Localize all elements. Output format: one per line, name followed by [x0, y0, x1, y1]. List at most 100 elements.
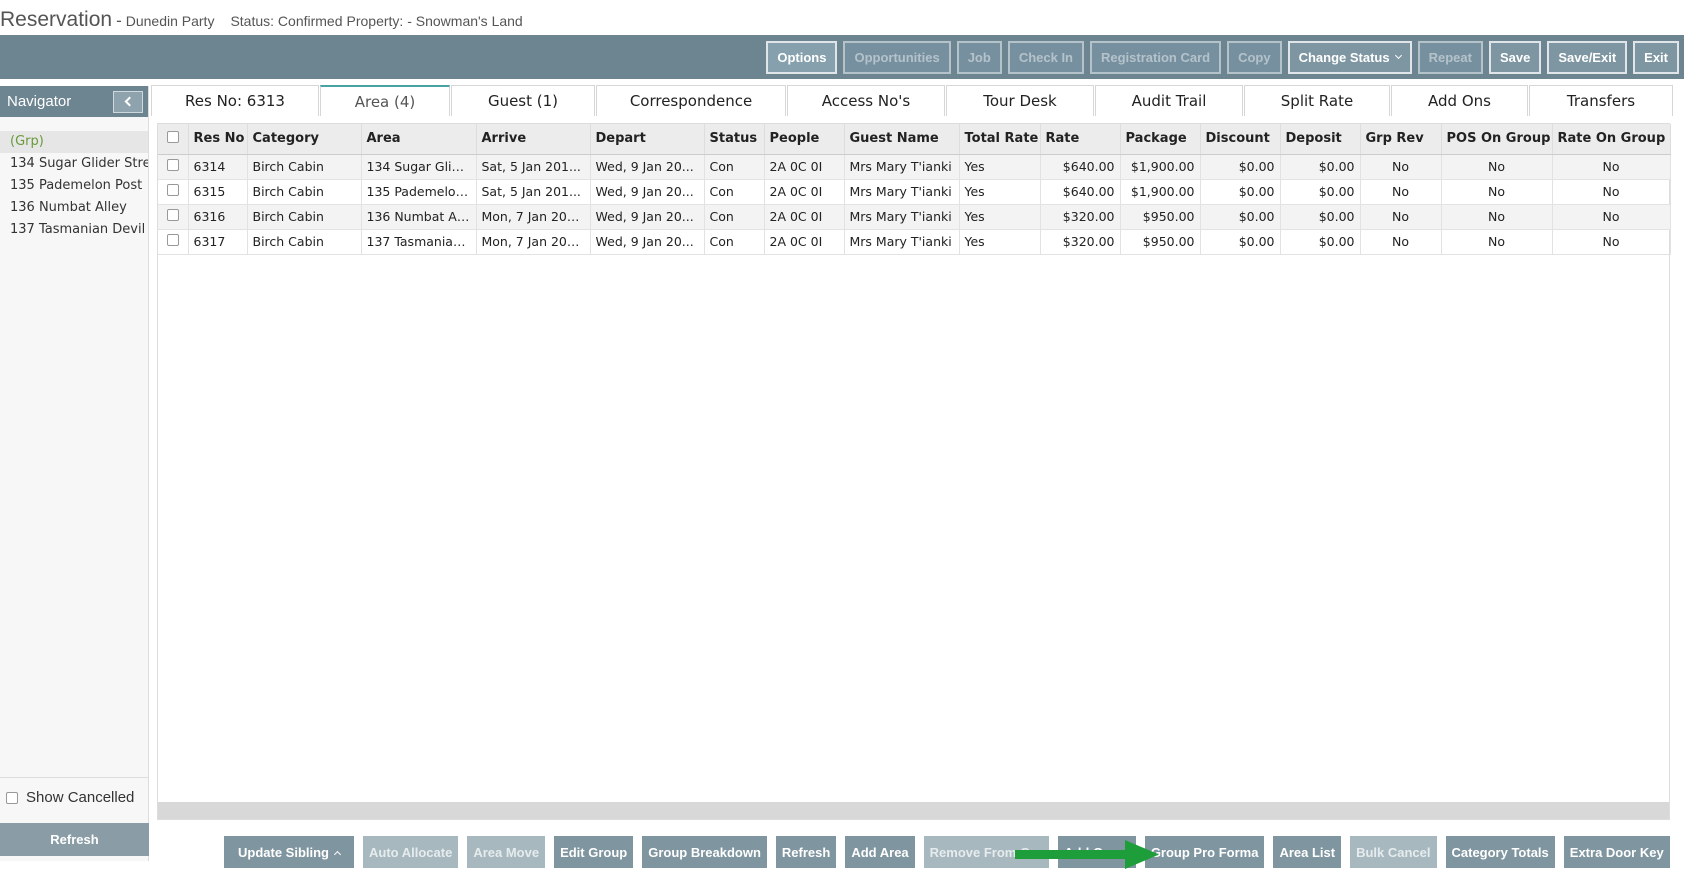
- bottom-toolbar: Update Sibling Auto Allocate Area Move E…: [224, 836, 1670, 869]
- cell-category: Birch Cabin: [247, 179, 362, 205]
- change-status-button[interactable]: Change Status: [1287, 40, 1412, 74]
- cell-res-no: 6316: [188, 204, 248, 230]
- column-header[interactable]: Res No: [188, 124, 248, 155]
- show-cancelled-label: Show Cancelled: [26, 789, 135, 806]
- cell-guest-name: Mrs Mary T'ianki: [844, 204, 960, 230]
- show-cancelled-checkbox[interactable]: [6, 791, 18, 804]
- save-button[interactable]: Save: [1488, 40, 1542, 74]
- cell-people: 2A 0C 0I: [764, 229, 845, 255]
- navigator-refresh-button[interactable]: Refresh: [0, 823, 149, 856]
- update-sibling-button[interactable]: Update Sibling: [224, 836, 354, 868]
- cell-status: Con: [704, 204, 765, 230]
- tab-access-nos[interactable]: Access No's: [787, 85, 945, 116]
- navigator-divider: [0, 777, 149, 778]
- area-grid: Res No Category Area Arrive Depart Statu…: [157, 123, 1671, 820]
- cell-package: $950.00: [1120, 204, 1201, 230]
- navigator-item-137[interactable]: 137 Tasmanian Devil: [0, 219, 148, 241]
- navigator-header: Navigator: [0, 86, 148, 117]
- navigator-panel: Navigator (Grp) 134 Sugar Glider Street …: [0, 86, 149, 861]
- copy-button[interactable]: Copy: [1227, 40, 1282, 74]
- tab-audit-trail[interactable]: Audit Trail: [1095, 85, 1243, 116]
- table-row[interactable]: 6315 Birch Cabin 135 Pademelon ... Sat, …: [158, 179, 1671, 205]
- column-header[interactable]: Grp Rev: [1360, 124, 1442, 155]
- cell-deposit: $0.00: [1280, 179, 1361, 205]
- table-row[interactable]: 6317 Birch Cabin 137 Tasmanian ... Mon, …: [158, 229, 1671, 255]
- cell-total-rate: Yes: [959, 179, 1041, 205]
- column-header[interactable]: Area: [361, 124, 477, 155]
- group-breakdown-button[interactable]: Group Breakdown: [642, 836, 767, 868]
- tab-res-no[interactable]: Res No: 6313: [151, 85, 319, 116]
- cell-depart: Wed, 9 Jan 20...: [590, 204, 705, 230]
- job-button[interactable]: Job: [956, 40, 1002, 74]
- column-header[interactable]: Arrive: [476, 124, 591, 155]
- category-totals-button[interactable]: Category Totals: [1445, 836, 1555, 868]
- exit-button[interactable]: Exit: [1633, 40, 1679, 74]
- refresh-button[interactable]: Refresh: [775, 836, 837, 868]
- tab-add-ons[interactable]: Add Ons: [1391, 85, 1528, 116]
- column-header[interactable]: POS On Group: [1441, 124, 1553, 155]
- cell-area: 136 Numbat Alley: [361, 204, 477, 230]
- cell-guest-name: Mrs Mary T'ianki: [844, 229, 960, 255]
- save-exit-button[interactable]: Save/Exit: [1547, 40, 1628, 74]
- row-checkbox[interactable]: [166, 209, 179, 221]
- cell-people: 2A 0C 0I: [764, 179, 845, 205]
- tab-tour-desk[interactable]: Tour Desk: [946, 85, 1094, 116]
- horizontal-scrollbar[interactable]: [158, 802, 1669, 819]
- cell-pos-on-group: No: [1441, 154, 1553, 180]
- bulk-cancel-button[interactable]: Bulk Cancel: [1350, 836, 1437, 868]
- column-header[interactable]: People: [764, 124, 845, 155]
- column-header[interactable]: Total Rate: [959, 124, 1041, 155]
- navigator-item-136[interactable]: 136 Numbat Alley: [0, 197, 148, 219]
- cell-pos-on-group: No: [1441, 229, 1553, 255]
- area-move-button[interactable]: Area Move: [467, 836, 546, 868]
- area-list-button[interactable]: Area List: [1273, 836, 1342, 868]
- collapse-navigator-button[interactable]: [113, 90, 143, 113]
- tab-split-rate[interactable]: Split Rate: [1244, 85, 1390, 116]
- tab-correspondence[interactable]: Correspondence: [596, 85, 786, 116]
- select-all-checkbox[interactable]: [166, 130, 179, 143]
- tab-area[interactable]: Area (4): [320, 85, 450, 116]
- cell-area: 134 Sugar Glide...: [361, 154, 477, 180]
- reservation-status: Status: Confirmed: [230, 13, 343, 29]
- add-area-button[interactable]: Add Area: [845, 836, 915, 868]
- table-header-row: Res No Category Area Arrive Depart Statu…: [158, 124, 1671, 155]
- repeat-button[interactable]: Repeat: [1417, 40, 1483, 74]
- table-row[interactable]: 6314 Birch Cabin 134 Sugar Glide... Sat,…: [158, 154, 1671, 180]
- check-in-button[interactable]: Check In: [1007, 40, 1084, 74]
- cell-arrive: Mon, 7 Jan 201...: [476, 204, 591, 230]
- cell-discount: $0.00: [1200, 229, 1281, 255]
- row-checkbox[interactable]: [166, 159, 179, 171]
- arrow-head: [1125, 840, 1159, 869]
- cell-status: Con: [704, 229, 765, 255]
- chevron-up-icon: [333, 850, 342, 858]
- row-checkbox[interactable]: [166, 234, 179, 246]
- options-button[interactable]: Options: [766, 40, 838, 74]
- show-cancelled-toggle[interactable]: Show Cancelled: [6, 789, 134, 806]
- column-header[interactable]: Rate On Group: [1552, 124, 1671, 155]
- tab-transfers[interactable]: Transfers: [1529, 85, 1673, 116]
- cell-arrive: Sat, 5 Jan 201...: [476, 154, 591, 180]
- navigator-item-135[interactable]: 135 Pademelon Post: [0, 175, 148, 197]
- navigator-item-134[interactable]: 134 Sugar Glider Street: [0, 153, 148, 175]
- row-select-cell: [158, 179, 189, 205]
- column-header[interactable]: Guest Name: [844, 124, 960, 155]
- opportunities-button[interactable]: Opportunities: [843, 40, 951, 74]
- cell-rate: $640.00: [1040, 179, 1121, 205]
- edit-group-button[interactable]: Edit Group: [554, 836, 634, 868]
- column-header[interactable]: Deposit: [1280, 124, 1361, 155]
- column-header[interactable]: Status: [704, 124, 765, 155]
- tab-guest[interactable]: Guest (1): [451, 85, 595, 116]
- column-header[interactable]: Discount: [1200, 124, 1281, 155]
- select-all-header: [158, 124, 189, 155]
- column-header[interactable]: Category: [247, 124, 362, 155]
- column-header[interactable]: Depart: [590, 124, 705, 155]
- row-checkbox[interactable]: [166, 184, 179, 196]
- navigator-item-group[interactable]: (Grp): [0, 131, 148, 153]
- column-header[interactable]: Rate: [1040, 124, 1121, 155]
- navigator-list: (Grp) 134 Sugar Glider Street 135 Pademe…: [0, 131, 148, 241]
- table-row[interactable]: 6316 Birch Cabin 136 Numbat Alley Mon, 7…: [158, 204, 1671, 230]
- column-header[interactable]: Package: [1120, 124, 1201, 155]
- auto-allocate-button[interactable]: Auto Allocate: [363, 836, 459, 868]
- extra-door-key-button[interactable]: Extra Door Key: [1563, 836, 1670, 868]
- registration-card-button[interactable]: Registration Card: [1090, 40, 1222, 74]
